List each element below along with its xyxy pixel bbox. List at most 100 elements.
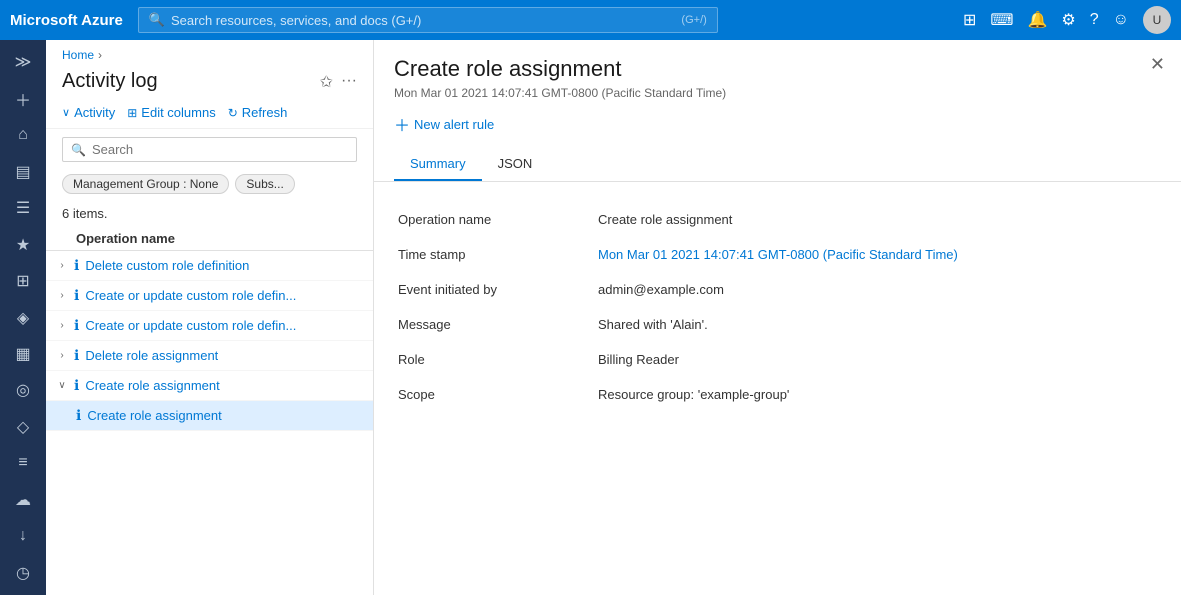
notifications-icon[interactable]: 🔔	[1027, 10, 1047, 30]
chevron-right-icon: ›	[56, 320, 68, 331]
sidebar-puzzle-icon[interactable]: ◈	[5, 301, 41, 333]
field-value[interactable]: Mon Mar 01 2021 14:07:41 GMT-0800 (Pacif…	[598, 237, 1157, 272]
help-icon[interactable]: ?	[1090, 11, 1099, 29]
list-item-label: Create role assignment	[85, 378, 219, 393]
content-area: Home › Activity log ✩ ··· ∨ Activity ⊞ E…	[46, 40, 1181, 595]
tab-summary[interactable]: Summary	[394, 148, 482, 181]
field-label: Event initiated by	[398, 272, 598, 307]
settings-icon[interactable]: ⚙	[1061, 10, 1075, 30]
close-button[interactable]: ✕	[1150, 54, 1165, 75]
list-item-label: Create or update custom role defin...	[85, 318, 296, 333]
sidebar-dashboard-icon[interactable]: ▤	[5, 155, 41, 187]
sidebar-list-icon[interactable]: ☰	[5, 192, 41, 224]
field-label: Message	[398, 307, 598, 342]
chevron-down-icon: ∨	[62, 106, 70, 119]
pin-icon[interactable]: ✩	[320, 72, 333, 92]
panel-header-icons: ✩ ···	[320, 72, 357, 92]
detail-subtitle: Mon Mar 01 2021 14:07:41 GMT-0800 (Pacif…	[394, 86, 1161, 100]
sidebar-download-icon[interactable]: ↓	[5, 520, 41, 552]
list-item-selected[interactable]: ℹ Create role assignment	[46, 401, 373, 431]
more-options-icon[interactable]: ···	[341, 72, 357, 92]
filter-tags: Management Group : None Subs...	[46, 170, 373, 202]
page-title: Activity log	[62, 70, 158, 93]
field-value: Create role assignment	[598, 202, 1157, 237]
table-row: Event initiated byadmin@example.com	[398, 272, 1157, 307]
brand-label: Microsoft Azure	[10, 12, 123, 29]
chevron-right-icon: ›	[56, 290, 68, 301]
info-icon: ℹ	[76, 407, 81, 424]
sidebar-globe-icon[interactable]: ◎	[5, 374, 41, 406]
detail-body: Operation nameCreate role assignmentTime…	[374, 182, 1181, 595]
global-search-bar[interactable]: 🔍 (G+/)	[138, 7, 718, 33]
search-input[interactable]	[171, 13, 675, 28]
sidebar-database-icon[interactable]: ▦	[5, 338, 41, 370]
list-item[interactable]: › ℹ Create or update custom role defin..…	[46, 311, 373, 341]
detail-tabs: Summary JSON	[394, 148, 1161, 181]
portal-menu-icon[interactable]: ⊞	[963, 10, 976, 30]
table-row: ScopeResource group: 'example-group'	[398, 377, 1157, 412]
list-item-label: Delete custom role definition	[85, 258, 249, 273]
info-icon: ℹ	[74, 287, 79, 304]
toolbar: ∨ Activity ⊞ Edit columns ↻ Refresh	[46, 101, 373, 129]
activity-dropdown-button[interactable]: ∨ Activity	[62, 105, 115, 120]
filter-tag-management-group[interactable]: Management Group : None	[62, 174, 229, 194]
detail-panel: Create role assignment Mon Mar 01 2021 1…	[374, 40, 1181, 595]
field-label: Role	[398, 342, 598, 377]
table-column-header: Operation name	[46, 227, 373, 251]
refresh-label: Refresh	[242, 105, 288, 120]
sidebar-cloud-icon[interactable]: ☁	[5, 484, 41, 516]
search-bar[interactable]: 🔍	[62, 137, 357, 162]
sidebar-add-icon[interactable]: ＋	[5, 82, 41, 114]
chevron-right-icon: ›	[56, 260, 68, 271]
alert-rule-label: New alert rule	[414, 117, 494, 132]
sidebar-stack-icon[interactable]: ≡	[5, 447, 41, 479]
breadcrumb-sep: ›	[98, 48, 102, 62]
breadcrumb: Home ›	[46, 40, 373, 66]
list-item[interactable]: › ℹ Delete role assignment	[46, 341, 373, 371]
sidebar-expand-icon[interactable]: ≫	[5, 46, 41, 78]
columns-icon: ⊞	[127, 106, 137, 120]
cloud-shell-icon[interactable]: ⌨	[990, 10, 1013, 30]
main-layout: ≫ ＋ ⌂ ▤ ☰ ★ ⊞ ◈ ▦ ◎ ◇ ≡ ☁ ↓ ◷ Home › Act…	[0, 40, 1181, 595]
tab-json[interactable]: JSON	[482, 148, 549, 181]
list-item[interactable]: › ℹ Create or update custom role defin..…	[46, 281, 373, 311]
sidebar-clock-icon[interactable]: ◷	[5, 557, 41, 589]
field-value: admin@example.com	[598, 272, 1157, 307]
plus-icon: ＋	[394, 112, 410, 136]
search-input[interactable]	[92, 142, 348, 157]
info-icon: ℹ	[74, 347, 79, 364]
list-item-expanded[interactable]: ∨ ℹ Create role assignment	[46, 371, 373, 401]
top-nav-icons: ⊞ ⌨ 🔔 ⚙ ? ☺ U	[963, 6, 1171, 34]
top-nav: Microsoft Azure 🔍 (G+/) ⊞ ⌨ 🔔 ⚙ ? ☺ U	[0, 0, 1181, 40]
detail-table: Operation nameCreate role assignmentTime…	[398, 202, 1157, 412]
new-alert-rule-button[interactable]: ＋ New alert rule	[394, 112, 1161, 136]
panel-header: Activity log ✩ ···	[46, 66, 373, 101]
list-item[interactable]: › ℹ Delete custom role definition	[46, 251, 373, 281]
table-row: MessageShared with 'Alain'.	[398, 307, 1157, 342]
chevron-right-icon: ›	[56, 350, 68, 361]
feedback-icon[interactable]: ☺	[1113, 11, 1129, 29]
sidebar-favorites-icon[interactable]: ★	[5, 228, 41, 260]
filter-tag-subscription[interactable]: Subs...	[235, 174, 294, 194]
list-item-label: Create role assignment	[87, 408, 221, 423]
detail-title: Create role assignment	[394, 56, 1161, 82]
field-value: Shared with 'Alain'.	[598, 307, 1157, 342]
sidebar-home-icon[interactable]: ⌂	[5, 119, 41, 151]
breadcrumb-home[interactable]: Home	[62, 48, 94, 62]
table-row: Operation nameCreate role assignment	[398, 202, 1157, 237]
edit-columns-button[interactable]: ⊞ Edit columns	[127, 105, 215, 120]
list-items: › ℹ Delete custom role definition › ℹ Cr…	[46, 251, 373, 595]
sidebar-shield-icon[interactable]: ◇	[5, 411, 41, 443]
avatar[interactable]: U	[1143, 6, 1171, 34]
activity-label: Activity	[74, 105, 115, 120]
chevron-down-icon: ∨	[56, 380, 68, 391]
sidebar-grid-icon[interactable]: ⊞	[5, 265, 41, 297]
refresh-button[interactable]: ↻ Refresh	[228, 105, 288, 120]
keyboard-shortcut-label: (G+/)	[681, 14, 706, 26]
edit-columns-label: Edit columns	[141, 105, 215, 120]
field-label: Scope	[398, 377, 598, 412]
detail-header: Create role assignment Mon Mar 01 2021 1…	[374, 40, 1181, 182]
left-panel: Home › Activity log ✩ ··· ∨ Activity ⊞ E…	[46, 40, 374, 595]
info-icon: ℹ	[74, 377, 79, 394]
search-icon: 🔍	[71, 143, 86, 157]
